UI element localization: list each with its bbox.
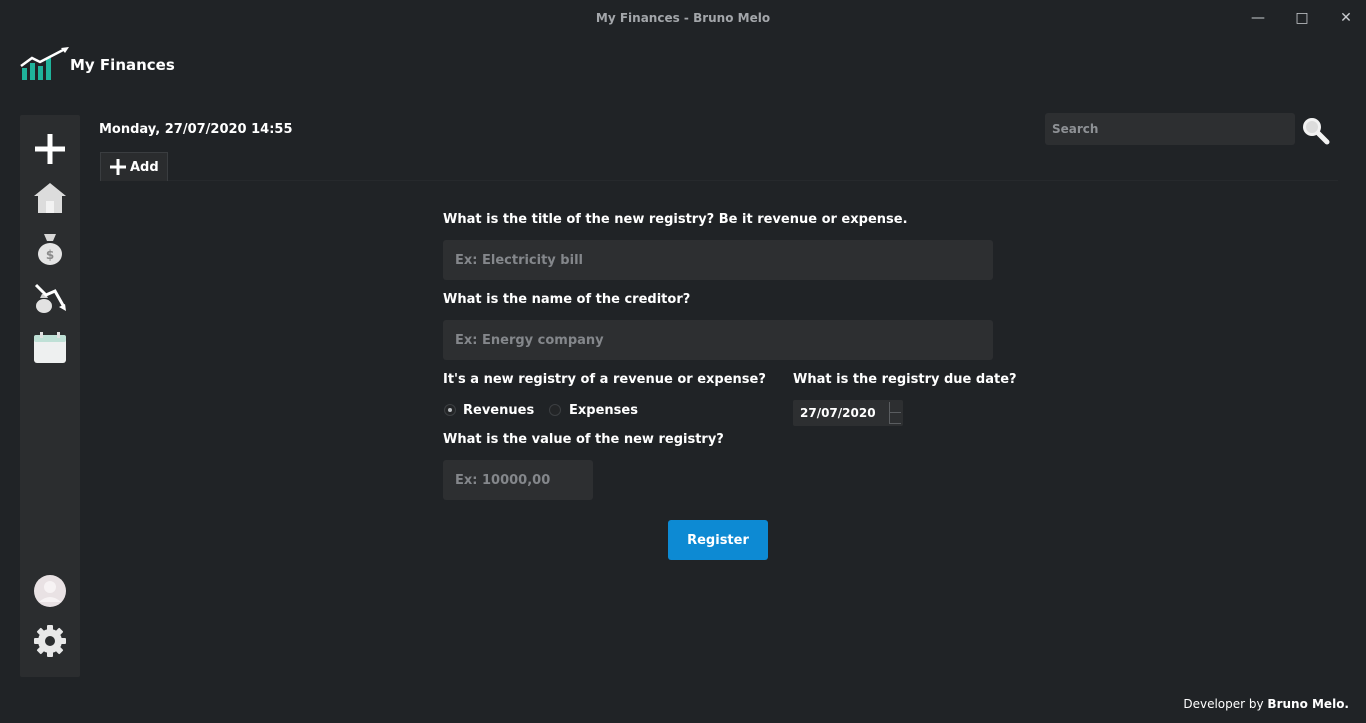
tab-add[interactable]: Add	[100, 152, 168, 181]
close-button[interactable]: ✕	[1329, 6, 1363, 30]
maximize-button[interactable]: □	[1285, 6, 1319, 30]
footer-prefix: Developer by	[1183, 697, 1268, 711]
search-icon[interactable]	[1300, 115, 1330, 145]
chart-growth-icon	[20, 46, 72, 82]
window-title: My Finances - Bruno Melo	[595, 11, 771, 25]
type-question-label: It's a new registry of a revenue or expe…	[443, 372, 766, 387]
title-input[interactable]	[443, 240, 993, 280]
footer-developer: Bruno Melo.	[1267, 697, 1349, 711]
tab-divider	[168, 180, 1338, 181]
plus-icon	[110, 159, 126, 175]
radio-revenues[interactable]	[444, 404, 456, 416]
minimize-button[interactable]: —	[1241, 6, 1275, 30]
sidebar: $	[20, 115, 80, 677]
date-spinner[interactable]	[889, 402, 901, 424]
register-button[interactable]: Register	[668, 520, 768, 560]
footer-credit: Developer by Bruno Melo.	[1183, 697, 1349, 711]
current-datetime: Monday, 27/07/2020 14:55	[99, 122, 293, 137]
app-name: My Finances	[70, 56, 175, 74]
plus-icon[interactable]	[32, 131, 68, 167]
home-icon[interactable]	[32, 180, 68, 216]
creditor-question-label: What is the name of the creditor?	[443, 292, 691, 307]
value-input[interactable]	[443, 460, 593, 500]
radio-expenses[interactable]	[549, 404, 561, 416]
svg-text:$: $	[46, 248, 54, 262]
title-bar: My Finances - Bruno Melo — □ ✕	[0, 0, 1366, 36]
expense-down-icon[interactable]	[32, 280, 68, 316]
avatar-icon[interactable]	[32, 573, 68, 609]
due-date-question-label: What is the registry due date?	[793, 372, 1017, 387]
radio-revenues-label[interactable]: Revenues	[463, 403, 534, 418]
radio-expenses-label[interactable]: Expenses	[569, 403, 638, 418]
due-date-value: 27/07/2020	[800, 406, 876, 420]
due-date-input[interactable]: 27/07/2020	[793, 400, 903, 426]
creditor-input[interactable]	[443, 320, 993, 360]
money-bag-icon[interactable]: $	[32, 231, 68, 267]
calendar-icon[interactable]	[32, 330, 68, 366]
title-question-label: What is the title of the new registry? B…	[443, 212, 908, 227]
tab-add-label: Add	[130, 159, 159, 175]
value-question-label: What is the value of the new registry?	[443, 432, 724, 447]
search-input[interactable]	[1045, 113, 1295, 145]
gear-icon[interactable]	[32, 623, 68, 659]
